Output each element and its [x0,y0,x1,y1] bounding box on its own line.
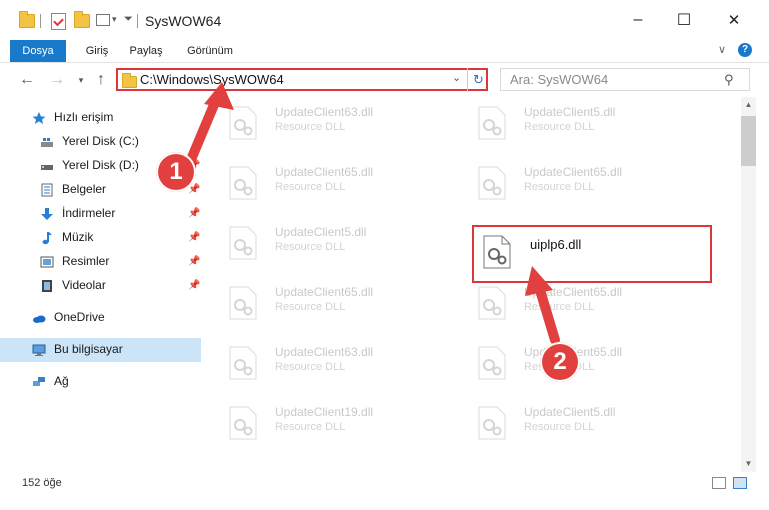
callout-badge-1: 1 [156,152,196,192]
arrow-to-file [525,266,560,345]
arrow-to-address-bar [185,82,234,167]
callout-badge-2: 2 [540,342,580,382]
callout-arrows [185,82,560,345]
